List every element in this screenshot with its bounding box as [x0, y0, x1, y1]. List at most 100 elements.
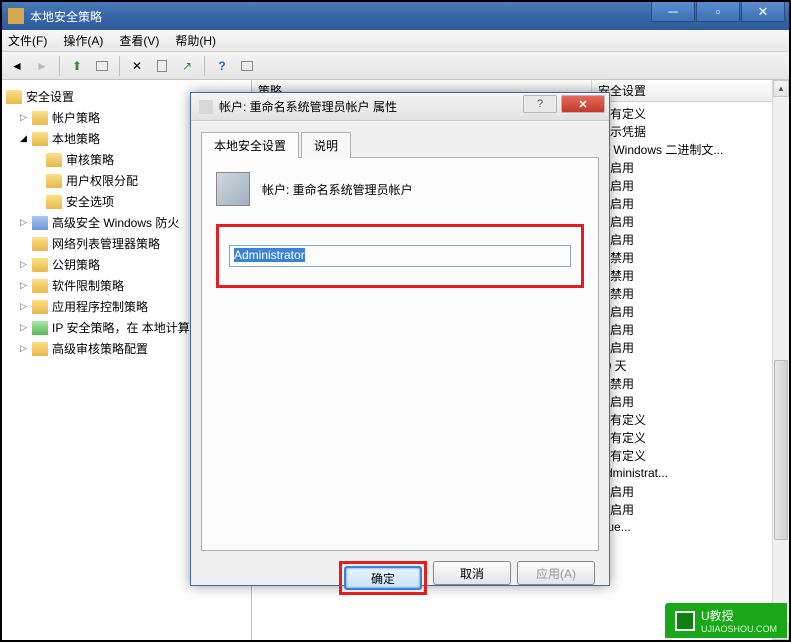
up-button[interactable]: ⬆ [66, 55, 88, 77]
toolbar: ◄ ► ⬆ ✕ ↗ ? [2, 52, 789, 80]
tree-label: 高级安全 Windows 防火 [52, 214, 179, 231]
scroll-thumb[interactable] [774, 360, 788, 540]
minimize-button[interactable]: ─ [651, 2, 695, 22]
folder-icon [46, 195, 62, 209]
tab-body: 帐户: 重命名系统管理员帐户 Administrator [201, 157, 599, 551]
tree-label: 安全设置 [26, 88, 74, 105]
policy-value: 已启用 [592, 483, 789, 500]
apply-button[interactable]: 应用(A) [517, 561, 595, 585]
policy-value: 已禁用 [592, 267, 789, 284]
folder-icon [32, 132, 48, 146]
forward-button[interactable]: ► [31, 55, 53, 77]
refresh-button[interactable] [236, 55, 258, 77]
policy-value: 没有定义 [592, 447, 789, 464]
tab-local-security[interactable]: 本地安全设置 [201, 132, 299, 158]
policy-value: 已禁用 [592, 285, 789, 302]
window-title: 本地安全策略 [30, 8, 102, 25]
folder-icon [32, 321, 48, 335]
policy-label: 帐户: 重命名系统管理员帐户 [262, 181, 413, 198]
policy-value: 没有定义 [592, 429, 789, 446]
menu-action[interactable]: 操作(A) [63, 32, 103, 49]
export-button[interactable]: ↗ [176, 55, 198, 77]
policy-value: 已启用 [592, 159, 789, 176]
tree-label: 帐户策略 [52, 109, 100, 126]
tree-label: 高级审核策略配置 [52, 340, 148, 357]
folder-icon [32, 342, 48, 356]
help-button[interactable]: ? [211, 55, 233, 77]
delete-button[interactable]: ✕ [126, 55, 148, 77]
expand-arrow-icon[interactable]: ▷ [20, 343, 32, 354]
folder-icon [32, 216, 48, 230]
maximize-button[interactable]: ▫ [696, 2, 740, 22]
app-icon [8, 8, 24, 24]
ok-highlight-box: 确定 [339, 561, 427, 595]
watermark-name: U教授 [701, 609, 734, 623]
tree-label: IP 安全策略，在 本地计算 [52, 319, 190, 336]
policy-value: 提示凭据 [592, 123, 789, 140]
tree-label: 网络列表管理器策略 [52, 235, 160, 252]
show-hide-tree-button[interactable] [91, 55, 113, 77]
folder-icon [32, 258, 48, 272]
menu-view[interactable]: 查看(V) [119, 32, 159, 49]
expand-arrow-icon[interactable]: ▷ [20, 280, 32, 291]
policy-value: 已启用 [592, 231, 789, 248]
expand-arrow-icon[interactable]: ▷ [20, 322, 32, 333]
vertical-scrollbar[interactable]: ▲ ▼ [772, 80, 789, 640]
dialog-title: 帐户: 重命名系统管理员帐户 属性 [219, 98, 397, 115]
folder-icon [32, 300, 48, 314]
policy-value: 已启用 [592, 321, 789, 338]
policy-value: Gue... [592, 520, 789, 534]
tree-label: 安全选项 [66, 193, 114, 210]
policy-value: 已启用 [592, 213, 789, 230]
policy-value: 已启用 [592, 501, 789, 518]
expand-arrow-icon[interactable]: ▷ [20, 112, 32, 123]
policy-value: 非 Windows 二进制文... [592, 141, 789, 158]
folder-icon [46, 174, 62, 188]
menu-file[interactable]: 文件(F) [8, 32, 47, 49]
policy-value: 已启用 [592, 303, 789, 320]
dialog-close-button[interactable]: ✕ [561, 95, 605, 113]
policy-value: 没有定义 [592, 105, 789, 122]
policy-value: 已启用 [592, 195, 789, 212]
input-highlight-box: Administrator [216, 224, 584, 288]
back-button[interactable]: ◄ [6, 55, 28, 77]
menubar: 文件(F) 操作(A) 查看(V) 帮助(H) [2, 30, 789, 52]
titlebar: 本地安全策略 ─ ▫ ✕ [2, 2, 789, 30]
menu-help[interactable]: 帮助(H) [175, 32, 216, 49]
policy-value: 已启用 [592, 339, 789, 356]
close-button[interactable]: ✕ [741, 2, 785, 22]
expand-arrow-icon[interactable]: ▷ [20, 259, 32, 270]
dialog-icon [199, 100, 213, 114]
tab-explain[interactable]: 说明 [301, 132, 351, 158]
scroll-up-button[interactable]: ▲ [773, 80, 789, 97]
policy-value: 30 天 [592, 357, 789, 374]
policy-value: 已禁用 [592, 249, 789, 266]
folder-icon [46, 153, 62, 167]
policy-value: 已启用 [592, 177, 789, 194]
properties-button[interactable] [151, 55, 173, 77]
dialog-help-button[interactable]: ? [523, 95, 557, 113]
policy-value: Administrat... [592, 466, 789, 480]
cancel-button[interactable]: 取消 [433, 561, 511, 585]
folder-icon [6, 90, 22, 104]
admin-name-input[interactable]: Administrator [229, 245, 571, 267]
column-setting[interactable]: 安全设置 [592, 80, 789, 101]
folder-icon [32, 111, 48, 125]
policy-value: 已启用 [592, 393, 789, 410]
tree-label: 审核策略 [66, 151, 114, 168]
watermark-url: UJIAOSHOU.COM [701, 624, 777, 634]
folder-icon [32, 237, 48, 251]
watermark-icon [675, 611, 695, 631]
expand-arrow-icon[interactable]: ▷ [20, 217, 32, 228]
expand-arrow-icon[interactable]: ◢ [20, 133, 32, 144]
ok-button[interactable]: 确定 [344, 566, 422, 590]
dialog-button-row: 确定 取消 应用(A) [191, 551, 609, 605]
tree-label: 应用程序控制策略 [52, 298, 148, 315]
expand-arrow-icon[interactable]: ▷ [20, 301, 32, 312]
policy-value: 没有定义 [592, 411, 789, 428]
policy-value: 已禁用 [592, 375, 789, 392]
watermark: U教授 UJIAOSHOU.COM [665, 603, 787, 638]
tab-strip: 本地安全设置 说明 [201, 131, 599, 157]
properties-dialog: 帐户: 重命名系统管理员帐户 属性 ? ✕ 本地安全设置 说明 帐户: 重命名系… [190, 92, 610, 586]
folder-icon [32, 279, 48, 293]
